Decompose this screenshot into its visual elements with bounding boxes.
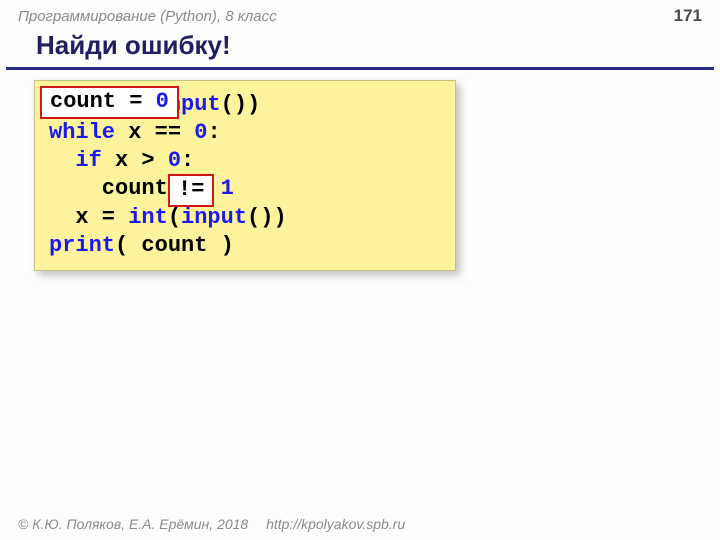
slide-title: Найди ошибку! xyxy=(6,28,714,70)
slide-footer: © К.Ю. Поляков, Е.А. Ерёмин, 2018 http:/… xyxy=(18,516,405,532)
code-line-5: x = int(input()) xyxy=(49,205,287,230)
code-line-6: print( count ) xyxy=(49,233,234,258)
footer-url: http://kpolyakov.spb.ru xyxy=(266,516,405,532)
slide-header: Программирование (Python), 8 класс 171 xyxy=(0,0,720,28)
code-line-2: while x == 0: xyxy=(49,120,221,145)
annotation-count-init: count = 0 xyxy=(40,86,179,119)
copyright: © К.Ю. Поляков, Е.А. Ерёмин, 2018 xyxy=(18,516,248,532)
code-area: x = int(input()) while x == 0: if x > 0:… xyxy=(34,80,456,271)
course-title: Программирование (Python), 8 класс xyxy=(18,8,277,25)
code-line-3: if x > 0: xyxy=(49,148,194,173)
annotation-not-equal: != xyxy=(168,174,214,207)
page-number: 171 xyxy=(674,6,702,26)
